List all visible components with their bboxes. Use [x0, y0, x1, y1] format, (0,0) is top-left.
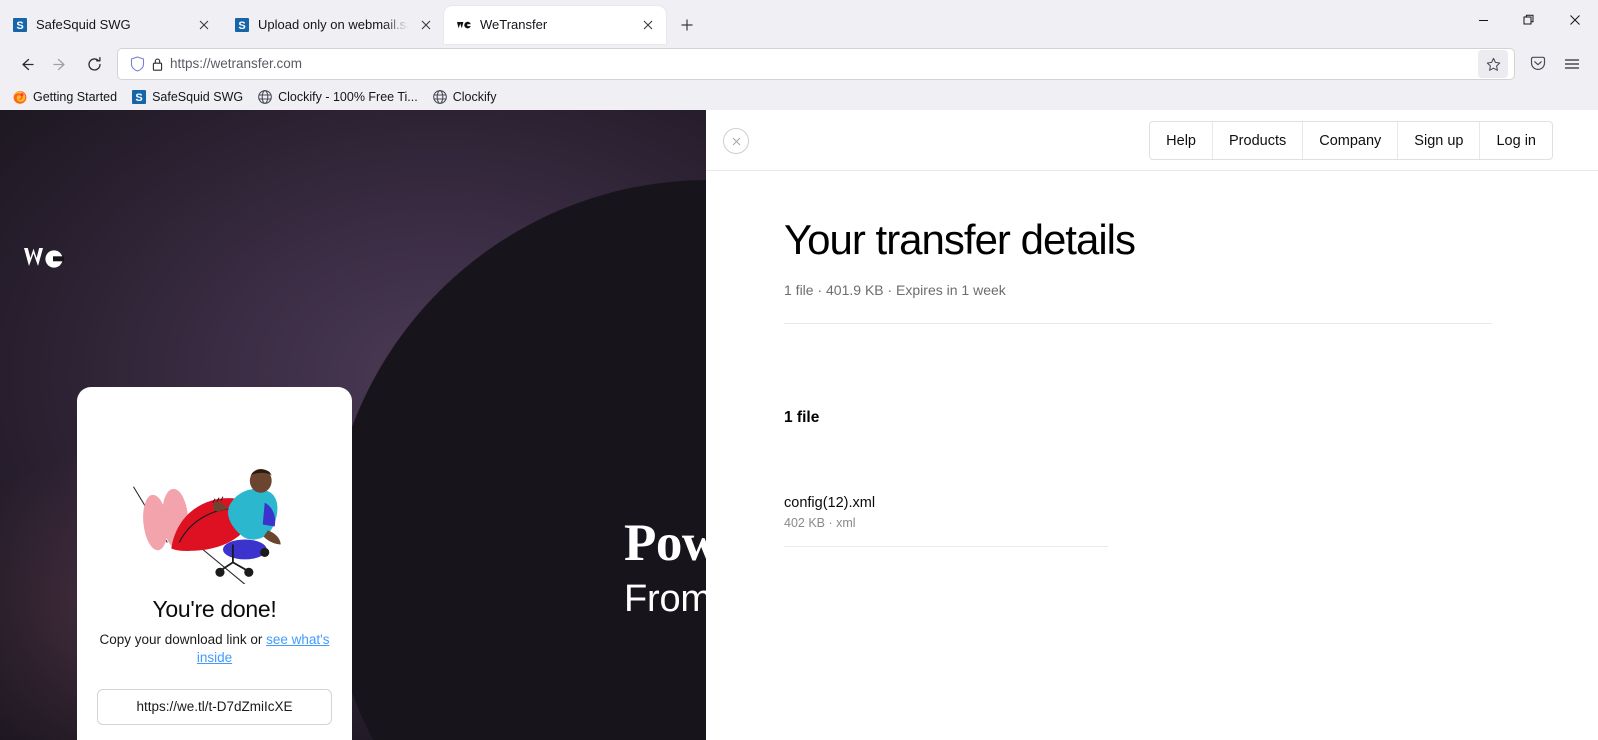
bookmarks-bar: Getting Started S SafeSquid SWG Clockify…	[0, 84, 1598, 110]
transfer-meta: 1 file · 401.9 KB · Expires in 1 week	[784, 282, 1006, 298]
svg-text:S: S	[16, 20, 23, 32]
tab-title: SafeSquid SWG	[36, 17, 131, 32]
file-separator	[784, 546, 1108, 547]
card-title: You're done!	[152, 596, 277, 623]
safesquid-icon: S	[132, 90, 147, 104]
bookmark-getting-started[interactable]: Getting Started	[6, 86, 123, 108]
browser-tab-safesquid-swg[interactable]: S SafeSquid SWG	[0, 6, 222, 44]
pocket-icon[interactable]	[1522, 48, 1554, 80]
file-name: config(12).xml	[784, 495, 876, 511]
lock-icon	[151, 57, 164, 72]
nav-item-log-in[interactable]: Log in	[1480, 122, 1552, 159]
transfer-details-panel: Help Products Company Sign up Log in You…	[706, 110, 1598, 740]
url-input[interactable]: https://wetransfer.com	[170, 49, 1472, 79]
svg-text:S: S	[135, 92, 142, 104]
bookmark-label: Clockify - 100% Free Ti...	[278, 90, 418, 104]
file-list-item[interactable]: config(12).xml 402 KB · xml	[784, 493, 1108, 547]
browser-tab-upload-webmail[interactable]: S Upload only on webmail.safesqu	[222, 6, 444, 44]
file-meta: 402 KB · xml	[784, 516, 856, 530]
close-icon[interactable]	[1552, 0, 1598, 40]
file-count-heading: 1 file	[784, 409, 820, 426]
transfer-details-body: Your transfer details 1 file · 401.9 KB …	[706, 171, 1598, 740]
minimize-icon[interactable]	[1460, 0, 1506, 40]
nav-item-sign-up[interactable]: Sign up	[1398, 122, 1481, 159]
globe-icon	[432, 90, 447, 104]
tab-close-icon[interactable]	[194, 15, 214, 35]
tab-strip: S SafeSquid SWG S Upload only on webmail…	[0, 0, 1598, 44]
svg-text:S: S	[238, 20, 245, 32]
bookmark-safesquid-swg[interactable]: S SafeSquid SWG	[125, 86, 249, 108]
bookmark-clockify[interactable]: Clockify	[426, 86, 503, 108]
page-title: Your transfer details	[784, 216, 1136, 263]
transfer-details-header: Help Products Company Sign up Log in	[706, 110, 1598, 171]
safesquid-icon: S	[235, 18, 249, 32]
wetransfer-icon	[457, 21, 472, 29]
card-subtitle: Copy your download link or see what's in…	[99, 631, 330, 667]
bookmark-label: SafeSquid SWG	[152, 90, 244, 104]
nav-item-company[interactable]: Company	[1303, 122, 1399, 159]
reload-icon[interactable]	[78, 48, 110, 80]
forward-arrow-icon[interactable]	[44, 48, 76, 80]
firefox-icon	[13, 91, 27, 104]
bookmark-label: Getting Started	[33, 90, 118, 104]
site-nav-group: Help Products Company Sign up Log in	[1149, 121, 1553, 160]
star-icon[interactable]	[1478, 50, 1508, 78]
window-controls	[1460, 0, 1598, 40]
tab-close-icon[interactable]	[638, 15, 658, 35]
nav-item-products[interactable]: Products	[1213, 122, 1304, 159]
hamburger-menu-icon[interactable]	[1556, 48, 1588, 80]
navigation-toolbar: https://wetransfer.com	[0, 44, 1598, 84]
browser-chrome: S SafeSquid SWG S Upload only on webmail…	[0, 0, 1598, 110]
back-arrow-icon[interactable]	[10, 48, 42, 80]
person-on-chair-illustration	[132, 468, 281, 585]
globe-icon	[258, 90, 272, 104]
bookmark-clockify-free[interactable]: Clockify - 100% Free Ti...	[251, 86, 424, 108]
section-divider	[784, 323, 1492, 324]
wetransfer-we-logo[interactable]	[24, 244, 66, 270]
wetransfer-hero-panel: Pow From WeTransfer Pro	[0, 110, 706, 740]
new-tab-button[interactable]	[672, 10, 702, 40]
restore-icon[interactable]	[1506, 0, 1552, 40]
download-link-input[interactable]: https://we.tl/t-D7dZmiIcXE	[97, 689, 332, 726]
tab-close-icon[interactable]	[416, 15, 436, 35]
transfer-complete-card: You're done! Copy your download link or …	[77, 387, 352, 740]
page-content: Pow From WeTransfer Pro	[0, 110, 1598, 740]
nav-item-help[interactable]: Help	[1150, 122, 1213, 159]
tab-title: Upload only on webmail.safesqu	[258, 17, 408, 32]
shield-icon[interactable]	[124, 56, 145, 72]
card-subtitle-prefix: Copy your download link or	[99, 632, 267, 648]
url-bar[interactable]: https://wetransfer.com	[118, 49, 1514, 79]
safesquid-icon: S	[13, 18, 27, 32]
bookmark-label: Clockify	[452, 90, 497, 104]
close-circle-icon[interactable]	[723, 128, 749, 154]
background-circle	[328, 180, 706, 740]
tab-title: WeTransfer	[480, 17, 548, 32]
browser-tab-wetransfer[interactable]: WeTransfer	[444, 6, 666, 44]
